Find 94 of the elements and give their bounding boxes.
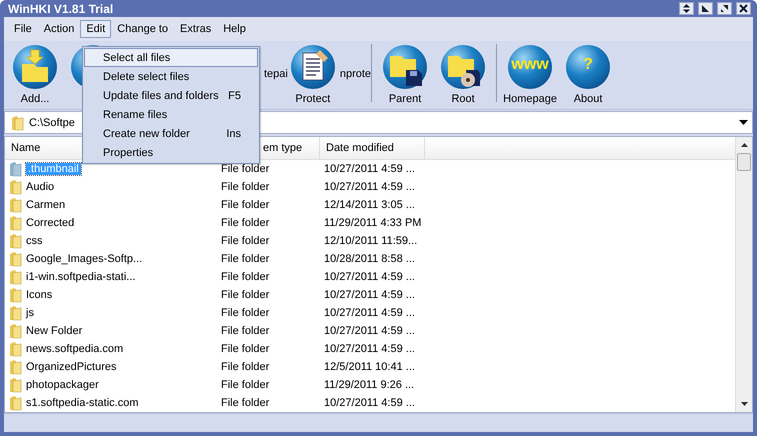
table-cell-text: File folder (220, 163, 270, 175)
table-cell-text: 10/27/2011 4:59 ... (323, 163, 416, 175)
icon-glyph: www (510, 56, 550, 74)
table-cell-text: 10/27/2011 4:59 ... (323, 325, 416, 337)
table-cell-text: 12/14/2011 3:05 ... (323, 199, 416, 211)
folder-icon (9, 197, 23, 213)
file-name[interactable]: s1.softpedia-static.com (26, 397, 138, 409)
table-cell-text: File folder (220, 379, 270, 391)
folder-icon (9, 215, 23, 231)
folder-icon (9, 305, 23, 321)
table-cell-text: 10/27/2011 4:59 ... (323, 397, 416, 409)
window-title: WinHKI V1.81 Trial (8, 2, 114, 16)
circle-emblem-icon (565, 44, 612, 90)
table-cell-text: 11/29/2011 9:26 ... (323, 379, 416, 391)
toolbar-label: nprote (340, 68, 372, 80)
toolbar-label: tepai (264, 68, 288, 80)
table-cell-text: 10/27/2011 4:59 ... (323, 307, 416, 319)
menu-item[interactable]: Help (217, 20, 252, 38)
file-name[interactable]: js (26, 307, 34, 319)
table-cell-text: File folder (220, 307, 270, 319)
max-glyph-icon (720, 4, 729, 13)
toolbar-button-label[interactable]: Protect (295, 93, 330, 105)
column-header[interactable]: Date modified (320, 137, 425, 159)
folder-icon (9, 251, 23, 267)
folder-icon (9, 341, 23, 357)
file-name[interactable]: New Folder (26, 325, 82, 337)
circle-emblem-icon (507, 44, 554, 90)
up-arrow-icon (740, 143, 748, 147)
folder-icon (9, 395, 23, 411)
min-glyph-icon (701, 4, 710, 13)
close-glyph-icon (739, 4, 748, 13)
folder-icon (9, 269, 23, 285)
table-cell-text: File folder (220, 343, 270, 355)
table-cell-text: 12/10/2011 11:59... (323, 235, 418, 247)
table-cell-text: File folder (220, 289, 270, 301)
folder-icon (9, 323, 23, 339)
menu-item[interactable]: Change to (111, 20, 174, 38)
toolbar-button-label[interactable]: About (574, 93, 602, 105)
table-cell-text: File folder (220, 181, 270, 193)
file-name[interactable]: news.softpedia.com (26, 343, 124, 355)
table-cell-text: 12/5/2011 10:41 ... (323, 361, 416, 373)
table-cell-text: 10/28/2011 8:58 ... (323, 253, 416, 265)
scrollbar-thumb[interactable] (737, 153, 751, 171)
toolbar-button-label[interactable]: Homepage (503, 93, 557, 105)
menu-item[interactable]: Action (38, 20, 80, 38)
table-cell-text: 10/27/2011 4:59 ... (323, 343, 416, 355)
icon-glyph: ? (582, 56, 594, 74)
down-arrow-icon (740, 402, 748, 406)
folder-icon (9, 179, 23, 195)
file-name[interactable]: photopackager (26, 379, 99, 391)
maximize-button[interactable] (717, 2, 732, 15)
table-cell-text: File folder (220, 271, 270, 283)
file-name[interactable]: css (26, 235, 42, 247)
toolbar-button-label[interactable]: Add... (20, 93, 50, 105)
menu-option[interactable]: Update files and folders F5 (84, 86, 258, 105)
menu-option[interactable]: Delete select files (84, 67, 258, 86)
table-cell-text: File folder (220, 253, 270, 265)
folder-icon (9, 287, 23, 303)
document-icon (290, 44, 336, 90)
folder-icon (9, 377, 23, 393)
minimize-button[interactable] (698, 2, 713, 15)
menu-item[interactable]: Edit (80, 20, 112, 38)
file-name[interactable]: Audio (26, 181, 54, 193)
table-cell-text: File folder (220, 217, 270, 229)
folder-icon (9, 233, 23, 249)
file-name[interactable]: OrganizedPictures (26, 361, 116, 373)
roll-up-button[interactable] (679, 2, 694, 15)
updown-glyph-icon (682, 4, 691, 13)
menu-item[interactable]: File (8, 20, 38, 38)
close-button[interactable] (736, 2, 751, 15)
table-cell-text: File folder (220, 235, 270, 247)
table-cell-text: File folder (220, 199, 270, 211)
folder-icon (11, 114, 25, 130)
toolbar-button-label[interactable]: Parent (388, 93, 422, 105)
file-name[interactable]: Google_Images-Softp... (26, 253, 142, 265)
menu-option[interactable]: Select all files (84, 48, 258, 67)
table-cell-text: File folder (220, 325, 270, 337)
dropdown-arrow-icon (738, 120, 748, 125)
table-cell-text: File folder (220, 361, 270, 373)
toolbar-button-label[interactable]: Root (451, 93, 475, 105)
folder-icon (9, 161, 23, 177)
table-cell-text: 10/27/2011 4:59 ... (323, 181, 416, 193)
table-cell-text: 10/27/2011 4:59 ... (323, 289, 416, 301)
table-cell-text: File folder (220, 397, 270, 409)
folder-disc-icon (440, 44, 486, 90)
menu-item[interactable]: Extras (174, 20, 218, 38)
file-name[interactable]: i1-win.softpedia-stati... (26, 271, 136, 283)
folder-icon (9, 359, 23, 375)
file-name[interactable]: Icons (26, 289, 52, 301)
file-name[interactable]: Corrected (26, 217, 74, 229)
folder-disk-icon (382, 44, 428, 90)
table-cell-text: 10/27/2011 4:59 ... (323, 271, 416, 283)
file-name[interactable]: Carmen (26, 199, 66, 211)
table-cell-text: 11/29/2011 4:33 PM (323, 217, 422, 229)
